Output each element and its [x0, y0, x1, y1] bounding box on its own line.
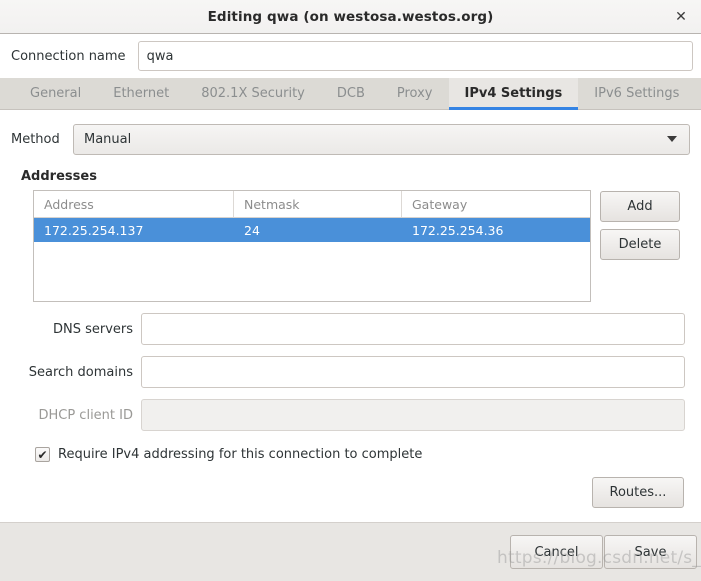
- dialog-footer: Cancel Save: [0, 523, 701, 581]
- cell-address[interactable]: 172.25.254.137: [34, 218, 234, 242]
- require-ipv4-checkbox[interactable]: ✔: [35, 447, 50, 462]
- method-dropdown[interactable]: Manual: [73, 123, 690, 155]
- tab-bar: General Ethernet 802.1X Security DCB Pro…: [0, 78, 701, 110]
- method-value: Manual: [84, 131, 132, 147]
- search-domains-row: Search domains: [11, 356, 690, 388]
- addresses-table[interactable]: Address Netmask Gateway 172.25.254.137 2…: [33, 190, 591, 302]
- add-button[interactable]: Add: [600, 191, 680, 222]
- connection-name-input[interactable]: qwa: [137, 41, 693, 71]
- table-row[interactable]: 172.25.254.137 24 172.25.254.36: [34, 218, 590, 242]
- require-ipv4-label: Require IPv4 addressing for this connect…: [58, 447, 423, 462]
- ipv4-settings-panel: Method Manual Addresses Address Netmask …: [0, 110, 701, 523]
- require-ipv4-row: ✔ Require IPv4 addressing for this conne…: [35, 447, 690, 462]
- connection-name-row: Connection name qwa: [0, 34, 701, 78]
- cell-gateway[interactable]: 172.25.254.36: [402, 218, 590, 242]
- chevron-down-icon: [667, 136, 677, 142]
- dhcp-client-id-input: [141, 399, 685, 431]
- cell-netmask[interactable]: 24: [234, 218, 402, 242]
- delete-button[interactable]: Delete: [600, 229, 680, 260]
- dns-servers-row: DNS servers: [11, 313, 690, 345]
- column-header-netmask: Netmask: [234, 191, 402, 217]
- tab-general[interactable]: General: [14, 78, 97, 109]
- search-domains-input[interactable]: [141, 356, 685, 388]
- table-header-row: Address Netmask Gateway: [34, 191, 590, 218]
- addresses-buttons: Add Delete: [600, 190, 680, 260]
- tab-dcb[interactable]: DCB: [321, 78, 381, 109]
- cancel-button[interactable]: Cancel: [510, 535, 603, 569]
- tab-proxy[interactable]: Proxy: [381, 78, 449, 109]
- edit-connection-dialog: Editing qwa (on westosa.westos.org) ✕ Co…: [0, 0, 701, 581]
- close-icon[interactable]: ✕: [669, 5, 693, 29]
- connection-name-label: Connection name: [11, 48, 126, 64]
- window-title: Editing qwa (on westosa.westos.org): [207, 8, 494, 25]
- dhcp-client-id-label: DHCP client ID: [38, 407, 133, 423]
- save-button[interactable]: Save: [604, 535, 697, 569]
- column-header-gateway: Gateway: [412, 196, 468, 212]
- column-header-address: Address: [34, 191, 234, 217]
- addresses-section-title: Addresses: [21, 169, 97, 184]
- method-row: Method Manual: [11, 119, 690, 159]
- method-label: Method: [11, 131, 60, 147]
- dns-servers-input[interactable]: [141, 313, 685, 345]
- addresses-area: Address Netmask Gateway 172.25.254.137 2…: [33, 190, 680, 302]
- dns-servers-label: DNS servers: [52, 321, 133, 337]
- tab-ethernet[interactable]: Ethernet: [97, 78, 185, 109]
- dhcp-client-id-row: DHCP client ID: [11, 399, 690, 431]
- search-domains-label: Search domains: [28, 364, 133, 380]
- tab-ipv4-settings[interactable]: IPv4 Settings: [448, 78, 579, 110]
- routes-row: Routes...: [11, 477, 690, 508]
- tab-8021x-security[interactable]: 802.1X Security: [185, 78, 321, 109]
- tab-ipv6-settings[interactable]: IPv6 Settings: [578, 78, 695, 109]
- routes-button[interactable]: Routes...: [592, 477, 684, 508]
- titlebar: Editing qwa (on westosa.westos.org) ✕: [0, 0, 701, 34]
